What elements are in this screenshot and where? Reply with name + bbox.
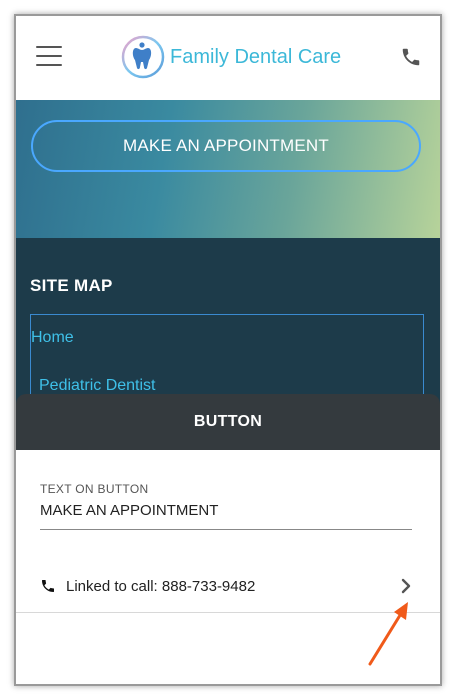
make-appointment-button[interactable]: MAKE AN APPOINTMENT xyxy=(31,120,421,172)
brand-name[interactable]: Family Dental Care xyxy=(170,46,341,69)
site-header: Family Dental Care xyxy=(16,16,440,100)
annotation-arrow-icon xyxy=(368,602,408,666)
text-on-button-label: TEXT ON BUTTON xyxy=(40,482,149,496)
text-on-button-input[interactable]: MAKE AN APPOINTMENT xyxy=(40,502,412,530)
menu-icon[interactable] xyxy=(36,46,62,66)
sheet-title: BUTTON xyxy=(16,394,440,450)
tooth-logo-icon xyxy=(121,35,165,79)
sitemap-title: SITE MAP xyxy=(30,276,113,295)
chevron-right-icon[interactable] xyxy=(400,578,412,594)
call-link-label: Linked to call: 888-733-9482 xyxy=(66,578,256,595)
hero-banner: MAKE AN APPOINTMENT xyxy=(16,100,440,238)
phone-icon xyxy=(42,580,54,592)
screenshot-frame: Family Dental Care MAKE AN APPOINTMENT S… xyxy=(0,0,458,700)
sitemap-link-pediatric-dentist[interactable]: Pediatric Dentist xyxy=(39,377,156,395)
mobile-screen: Family Dental Care MAKE AN APPOINTMENT S… xyxy=(14,14,442,686)
phone-icon[interactable] xyxy=(400,46,422,68)
sitemap-link-home[interactable]: Home xyxy=(31,329,74,347)
